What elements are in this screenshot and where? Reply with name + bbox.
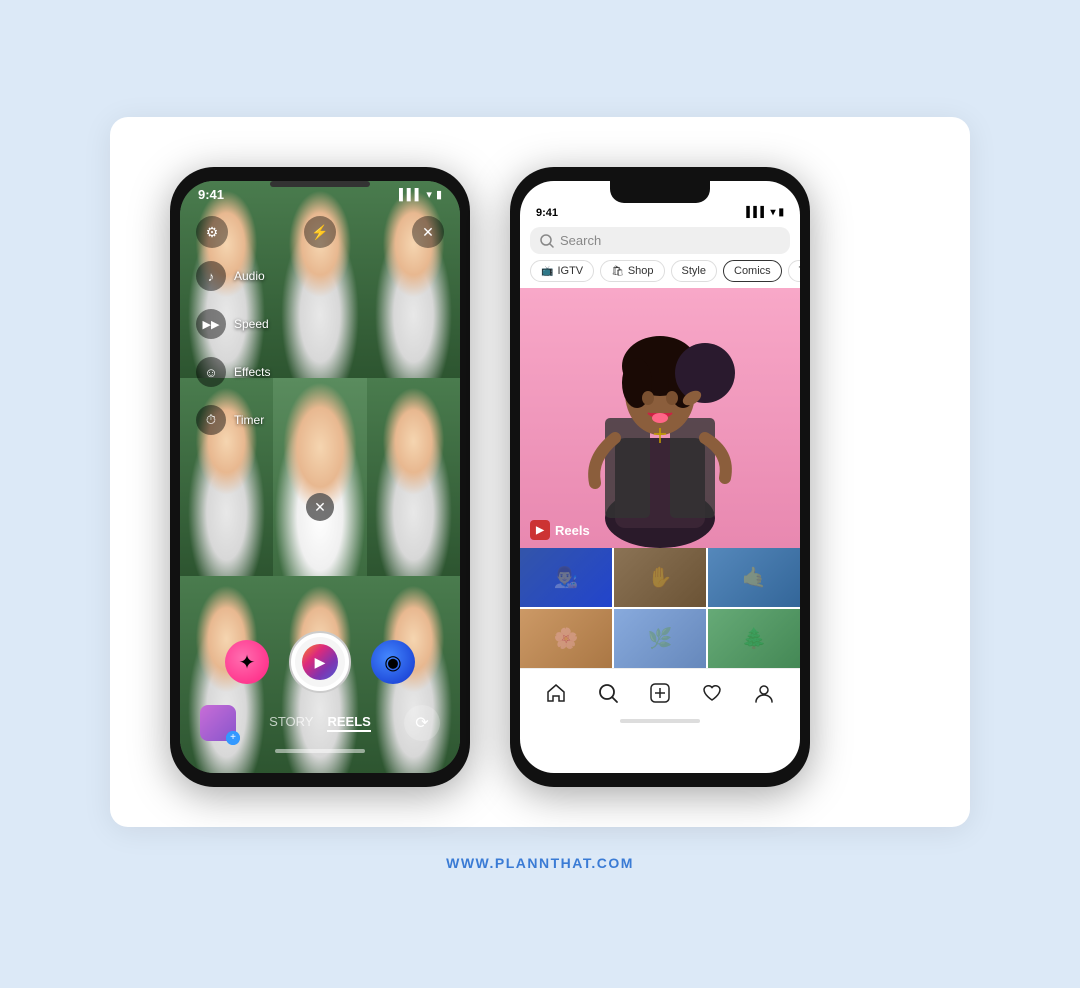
phone-top-pill — [270, 181, 370, 187]
speed-menu-item[interactable]: ▶▶ Speed — [196, 309, 270, 339]
pill-style[interactable]: Style — [671, 260, 717, 282]
timer-icon: ⏱ — [196, 405, 226, 435]
story-mode[interactable]: STORY — [269, 714, 313, 732]
settings-icon[interactable]: ⚙ — [196, 216, 228, 248]
status-time-right: 9:41 — [536, 207, 558, 219]
pill-comics-label: Comics — [734, 265, 771, 277]
timer-label: Timer — [234, 413, 264, 427]
phone-right: 9:41 ▌▌▌ ▾ ▮ Search — [510, 167, 810, 787]
pill-tv[interactable]: TV & — [788, 260, 800, 282]
status-icons-right: ▌▌▌ ▾ ▮ — [746, 207, 784, 219]
home-indicator-left — [275, 749, 365, 753]
footer: WWW.PLANNTHAT.COM — [446, 855, 634, 871]
reels-mode[interactable]: REELS — [327, 714, 370, 732]
pill-shop[interactable]: 🛍 Shop — [600, 260, 664, 282]
effects-icon: ☺ — [196, 357, 226, 387]
wifi-icon: ▾ — [426, 188, 432, 201]
home-indicator-right — [620, 719, 700, 723]
status-time-left: 9:41 — [198, 187, 224, 202]
reels-icon-badge: ▶ — [530, 520, 550, 540]
thumb-person-3: 🤙 — [708, 548, 800, 607]
cam-controls: 9:41 ▌▌▌ ▾ ▮ ⚙ ⚡ ✕ — [180, 181, 460, 773]
shop-icon: 🛍 — [611, 266, 624, 277]
reels-text: Reels — [555, 523, 590, 538]
thumb-5: 🌿 — [614, 609, 706, 668]
bottom-nav — [520, 668, 800, 715]
pill-comics[interactable]: Comics — [723, 260, 782, 282]
status-bar-right: 9:41 ▌▌▌ ▾ ▮ — [520, 203, 800, 221]
cam-bottom: ✦ ▶ ◉ + — [180, 631, 460, 773]
speed-icon: ▶▶ — [196, 309, 226, 339]
reels-logo-icon: ▶ — [302, 644, 338, 680]
effects-menu-item[interactable]: ☺ Effects — [196, 357, 270, 387]
signal-icon-right: ▌▌▌ — [746, 207, 767, 219]
cam-right-menu: ♪ Audio ▶▶ Speed ☺ Effects ⏱ — [196, 261, 270, 435]
main-image: ▶ Reels — [520, 288, 800, 548]
thumb-4: 🌸 — [520, 609, 612, 668]
notch — [610, 181, 710, 203]
thumb-6: 🌲 — [708, 609, 800, 668]
audio-icon: ♪ — [196, 261, 226, 291]
status-icons-left: ▌▌▌ ▾ ▮ — [399, 188, 442, 201]
battery-icon: ▮ — [436, 188, 442, 201]
wifi-icon-right: ▾ — [770, 207, 775, 219]
cam-mode-toggle: STORY REELS — [269, 714, 371, 732]
footer-url: WWW.PLANNTHAT.COM — [446, 855, 634, 871]
effect-btn-blue[interactable]: ◉ — [371, 640, 415, 684]
speed-label: Speed — [234, 317, 269, 331]
thumb-2: ✋ — [614, 548, 706, 607]
search-bar[interactable]: Search — [530, 227, 790, 254]
effect-btn-pink[interactable]: ✦ — [225, 640, 269, 684]
timer-menu-item[interactable]: ⏱ Timer — [196, 405, 270, 435]
search-placeholder: Search — [560, 233, 601, 248]
nav-heart[interactable] — [698, 679, 726, 707]
shutter-btn[interactable]: ▶ — [289, 631, 351, 693]
shutter-inner: ▶ — [295, 637, 345, 687]
battery-icon-right: ▮ — [778, 207, 784, 219]
left-screen: 9:41 ▌▌▌ ▾ ▮ ⚙ ⚡ ✕ — [180, 181, 460, 773]
pill-tv-label: TV & — [799, 265, 800, 277]
thumb-person-4: 🌸 — [520, 609, 612, 668]
cam-nav-row: + STORY REELS ⟳ — [180, 705, 460, 741]
thumb-1: 👨‍🎨 — [520, 548, 612, 607]
thumb-person-1: 👨‍🎨 — [520, 548, 612, 607]
nav-add[interactable] — [646, 679, 674, 707]
main-card: 9:41 ▌▌▌ ▾ ▮ ⚙ ⚡ ✕ — [110, 117, 970, 827]
cam-flip-icon[interactable]: ⟳ — [404, 705, 440, 741]
thumb-grid: 👨‍🎨 ✋ 🤙 🌸 🌿 🌲 — [520, 548, 800, 668]
cam-avatar[interactable]: + — [200, 705, 236, 741]
flash-icon[interactable]: ⚡ — [304, 216, 336, 248]
pill-style-label: Style — [682, 265, 706, 277]
close-icon[interactable]: ✕ — [412, 216, 444, 248]
pill-igtv-label: IGTV — [557, 265, 583, 277]
cam-shutter-row: ✦ ▶ ◉ — [180, 631, 460, 693]
search-icon — [540, 234, 554, 248]
thumb-3: 🤙 — [708, 548, 800, 607]
nav-profile[interactable] — [750, 679, 778, 707]
phone-left: 9:41 ▌▌▌ ▾ ▮ ⚙ ⚡ ✕ — [170, 167, 470, 787]
nav-search[interactable] — [594, 679, 622, 707]
signal-icon: ▌▌▌ — [399, 189, 422, 201]
effects-label: Effects — [234, 365, 270, 379]
reels-label: ▶ Reels — [530, 520, 590, 540]
woman-figure — [530, 298, 790, 548]
audio-label: Audio — [234, 269, 265, 283]
nav-home[interactable] — [542, 679, 570, 707]
page-wrapper: 9:41 ▌▌▌ ▾ ▮ ⚙ ⚡ ✕ — [0, 0, 1080, 988]
thumb-person-6: 🌲 — [708, 609, 800, 668]
close-circle[interactable]: ✕ — [306, 493, 334, 521]
category-pills: 📺 IGTV 🛍 Shop Style Comics TV & — [520, 260, 800, 288]
thumb-person-2: ✋ — [614, 548, 706, 607]
pill-shop-label: Shop — [628, 265, 654, 277]
thumb-person-5: 🌿 — [614, 609, 706, 668]
cam-top-bar: ⚙ ⚡ ✕ — [180, 206, 460, 258]
right-screen: 9:41 ▌▌▌ ▾ ▮ Search — [520, 181, 800, 773]
audio-menu-item[interactable]: ♪ Audio — [196, 261, 270, 291]
igtv-icon: 📺 — [541, 266, 553, 277]
pill-igtv[interactable]: 📺 IGTV — [530, 260, 594, 282]
